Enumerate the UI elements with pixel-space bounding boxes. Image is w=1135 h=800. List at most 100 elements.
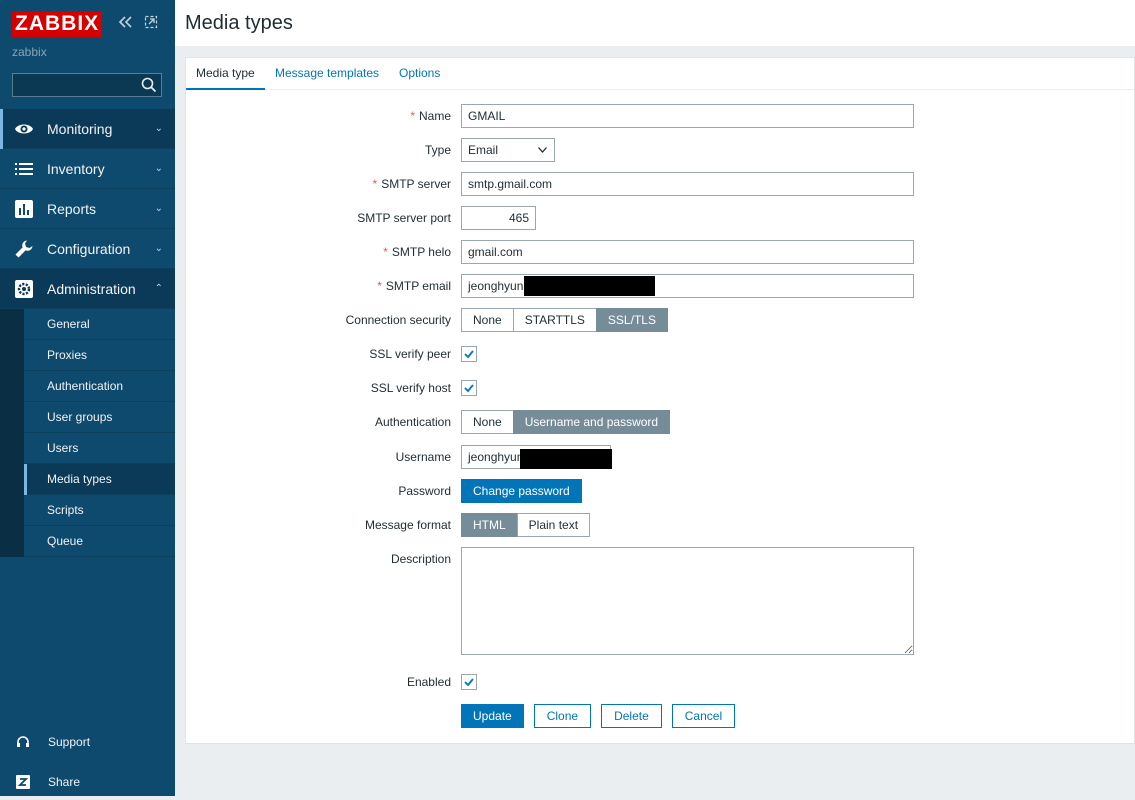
name-label: * Name [410,109,451,123]
server-name: zabbix [12,45,47,59]
authentication-segmented: None Username and password [461,410,671,434]
menu-administration[interactable]: Administration ⌃ [0,269,175,309]
main-menu: Monitoring ⌄ Inventory ⌄ Reports ⌄ Confi… [0,109,175,557]
menu-label: Configuration [47,240,131,257]
checkmark-icon [464,678,474,687]
menu-monitoring[interactable]: Monitoring ⌄ [0,109,175,149]
list-icon [15,163,33,175]
row-enabled: Enabled [186,670,1134,694]
chevron-down-icon: ⌄ [154,203,163,214]
connection-security-segmented: None STARTTLS SSL/TLS [461,308,668,332]
submenu-proxies[interactable]: Proxies [24,340,175,371]
enabled-label: Enabled [406,675,451,689]
menu-label: Monitoring [47,120,113,137]
eye-icon [15,124,33,134]
chevron-up-icon: ⌃ [154,283,163,294]
submenu-queue[interactable]: Queue [24,526,175,557]
header [175,0,1135,46]
support-label: Support [48,735,91,749]
form-panel: Media type Message templates Options * Na… [185,57,1135,744]
menu-reports[interactable]: Reports ⌄ [0,189,175,229]
smtp-port-label: SMTP server port [357,211,451,225]
row-connection-security: Connection security None STARTTLS SSL/TL… [186,308,1134,332]
row-smtp-email: * SMTP email jeonghyun [186,274,1134,298]
smtp-helo-label: * SMTP helo [383,245,451,259]
type-select[interactable]: Email [461,138,555,162]
row-ssl-verify-host: SSL verify host [186,376,1134,400]
ssl-verify-peer-checkbox[interactable] [461,346,477,362]
ssl-verify-host-checkbox[interactable] [461,380,477,396]
redaction-block [524,276,655,296]
menu-label: Administration [47,280,136,297]
action-buttons: Update Clone Delete Cancel [461,704,736,728]
row-authentication: Authentication None Username and passwor… [186,410,1134,434]
conn-security-starttls[interactable]: STARTTLS [512,308,597,332]
tab-options[interactable]: Options [399,58,440,90]
submenu-authentication[interactable]: Authentication [24,371,175,402]
cancel-button[interactable]: Cancel [671,704,736,728]
row-description: Description [186,547,1134,657]
row-name: * Name GMAIL [186,104,1134,128]
collapse-sidebar-icon[interactable] [118,15,134,33]
smtp-email-label: * SMTP email [377,279,451,293]
share-label: Share [48,775,81,789]
menu-configuration[interactable]: Configuration ⌄ [0,229,175,269]
menu-inventory[interactable]: Inventory ⌄ [0,149,175,189]
name-input[interactable]: GMAIL [461,104,914,128]
description-textarea[interactable] [461,547,914,655]
redaction-block [520,449,612,469]
zabbix-logo[interactable]: ZABBIX [12,11,103,37]
row-type: Type Email [186,138,1134,162]
username-label: Username [395,450,451,464]
sidebar: ZABBIX zabbix Monitoring ⌄ Inventory ⌄ R… [0,0,175,796]
change-password-button[interactable]: Change password [461,479,582,503]
conn-security-none[interactable]: None [461,308,514,332]
smtp-port-input[interactable]: 465 [461,206,536,230]
msg-format-html[interactable]: HTML [461,513,518,537]
chevron-down-icon: ⌄ [154,163,163,174]
row-smtp-helo: * SMTP helo gmail.com [186,240,1134,264]
selection-bar [0,109,3,149]
smtp-helo-input[interactable]: gmail.com [461,240,914,264]
auth-username-password[interactable]: Username and password [512,410,671,434]
submenu-general[interactable]: General [24,309,175,340]
submenu-media-types[interactable]: Media types [24,464,175,495]
chevron-down-icon: ⌄ [154,123,163,134]
type-select-value: Email [468,143,499,157]
row-smtp-port: SMTP server port 465 [186,206,1134,230]
checkmark-icon [464,350,474,359]
msg-format-plain-text[interactable]: Plain text [516,513,591,537]
clone-button[interactable]: Clone [533,704,592,728]
submenu-scripts[interactable]: Scripts [24,495,175,526]
logo-row: ZABBIX [12,11,103,37]
message-format-segmented: HTML Plain text [461,513,591,537]
submenu-users[interactable]: Users [24,433,175,464]
wrench-icon [15,240,33,258]
enabled-checkbox[interactable] [461,674,477,690]
ssl-verify-peer-label: SSL verify peer [369,347,451,361]
row-username: Username jeonghyun [186,445,1134,469]
submenu-user-groups[interactable]: User groups [24,402,175,433]
auth-none[interactable]: None [461,410,514,434]
checkmark-icon [464,384,474,393]
tab-message-templates[interactable]: Message templates [275,58,379,90]
kiosk-mode-icon[interactable] [144,15,158,33]
password-label: Password [398,484,451,498]
administration-submenu: General Proxies Authentication User grou… [0,309,175,557]
smtp-server-label: * SMTP server [372,177,451,191]
update-button[interactable]: Update [461,704,524,728]
menu-label: Inventory [47,160,105,177]
delete-button[interactable]: Delete [601,704,662,728]
conn-security-ssl-tls[interactable]: SSL/TLS [595,308,668,332]
row-smtp-server: * SMTP server smtp.gmail.com [186,172,1134,196]
support-link[interactable]: Support [0,724,175,760]
search-input[interactable] [12,73,162,97]
smtp-server-input[interactable]: smtp.gmail.com [461,172,914,196]
search-icon[interactable] [141,77,157,93]
gear-icon [15,280,33,298]
share-link[interactable]: Share [0,764,175,800]
row-ssl-verify-peer: SSL verify peer [186,342,1134,366]
authentication-label: Authentication [374,415,451,429]
tab-media-type[interactable]: Media type [186,58,265,90]
connection-security-label: Connection security [345,313,451,327]
